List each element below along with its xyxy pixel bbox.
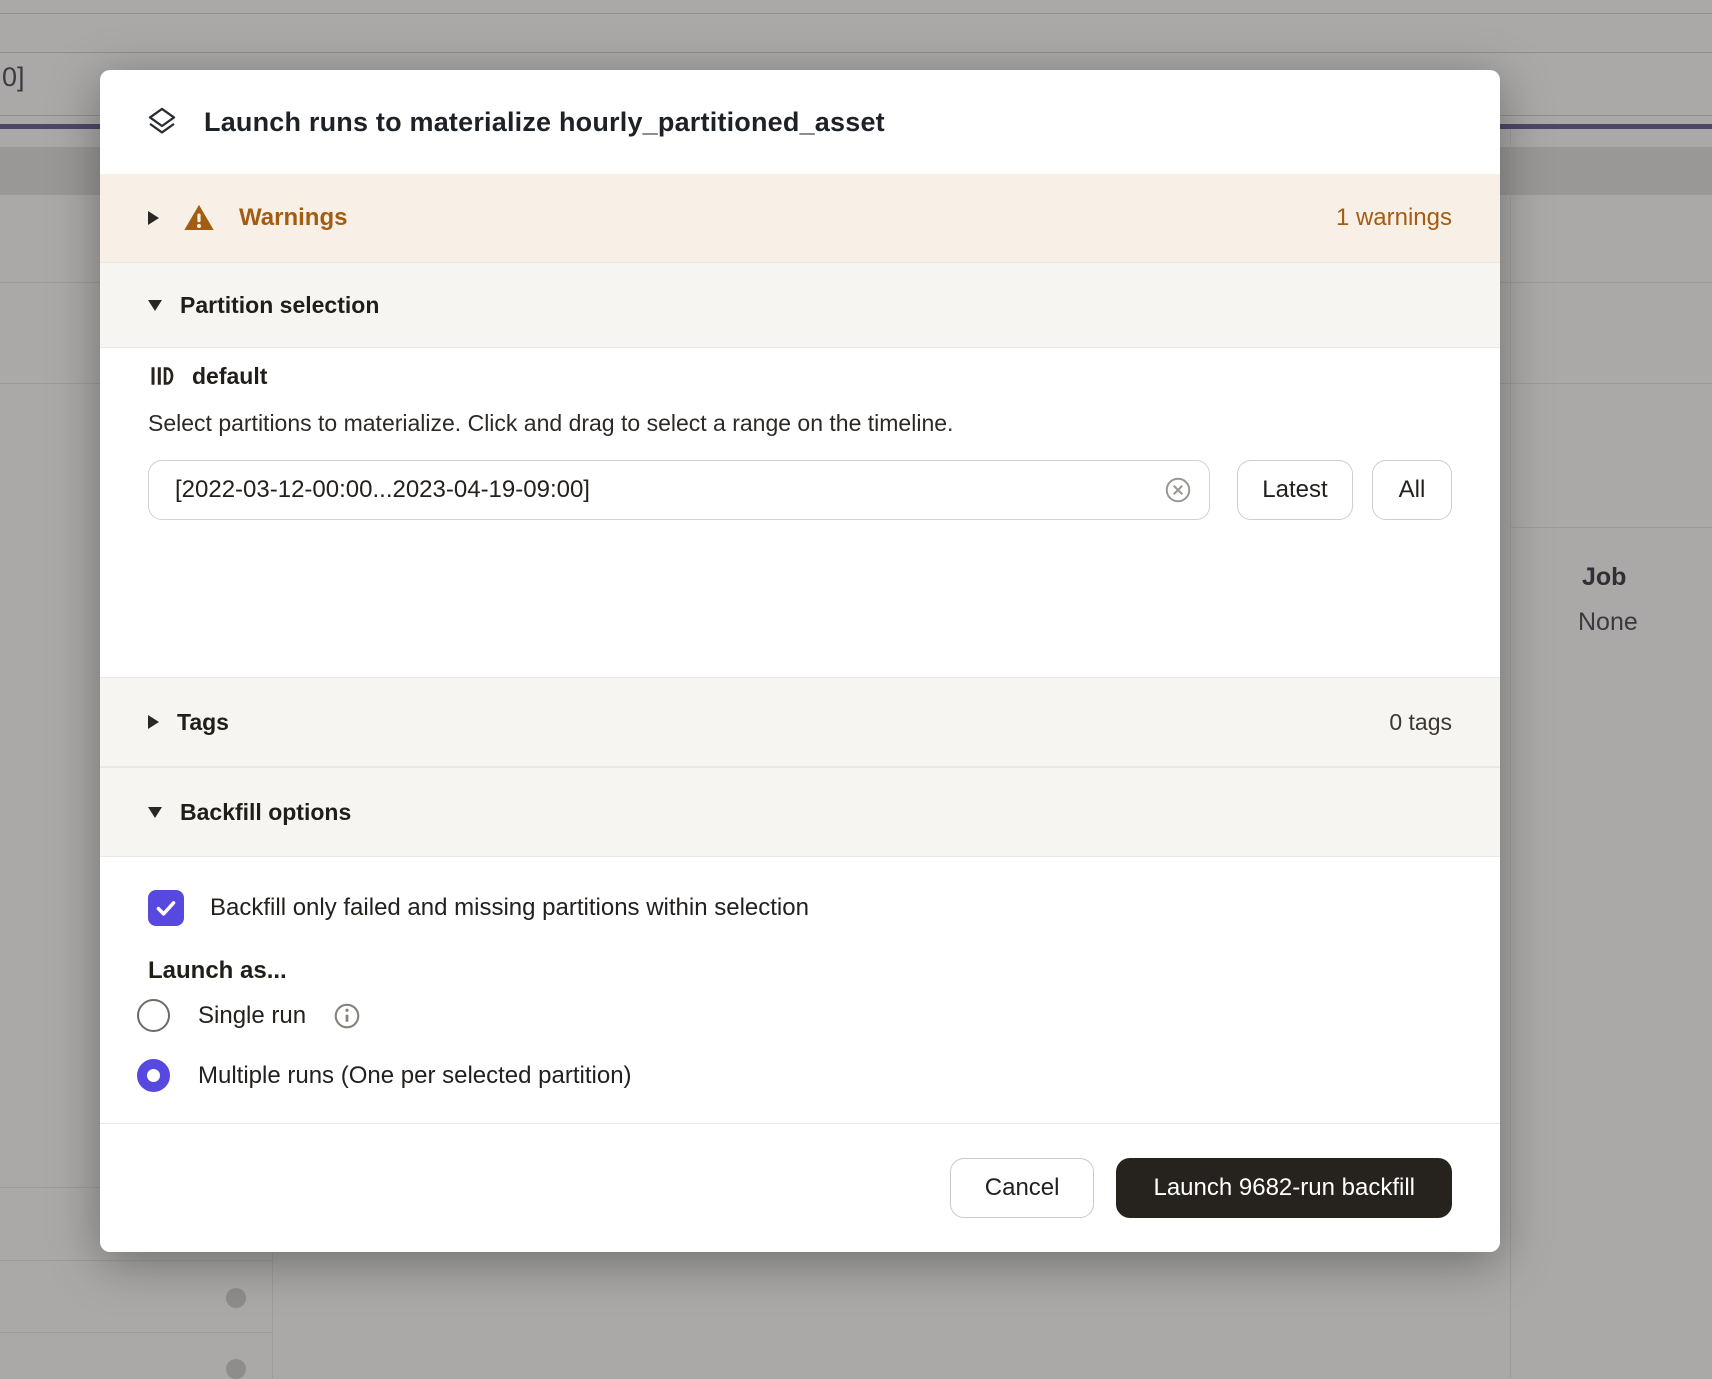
screen: 0] Job None Launch runs to materialize h… — [0, 0, 1712, 1378]
launch-backfill-button[interactable]: Launch 9682-run backfill — [1116, 1158, 1452, 1218]
clear-input-icon[interactable] — [1163, 475, 1193, 505]
partition-selection-body: default Select partitions to materialize… — [100, 348, 1500, 677]
bg-row-divider — [0, 1332, 272, 1333]
bg-row-divider — [0, 1187, 100, 1188]
bg-status-dot — [226, 1288, 246, 1308]
partition-range-input[interactable] — [149, 461, 1209, 519]
radio-unchecked-icon[interactable] — [137, 999, 170, 1032]
partition-selection-label: Partition selection — [180, 292, 379, 319]
dialog-header: Launch runs to materialize hourly_partit… — [100, 70, 1500, 174]
bg-column-divider — [272, 1252, 273, 1378]
partition-dimension-icon — [148, 362, 176, 390]
bg-column-divider — [1510, 130, 1511, 1378]
warnings-label: Warnings — [239, 204, 347, 232]
warnings-section-header[interactable]: Warnings 1 warnings — [100, 174, 1500, 262]
collapse-caret-icon — [148, 715, 159, 729]
bg-row-divider — [0, 1260, 272, 1261]
partition-range-field — [148, 460, 1210, 520]
bg-job-column-value: None — [1578, 608, 1638, 637]
all-button[interactable]: All — [1372, 460, 1452, 520]
expand-caret-icon — [148, 300, 162, 311]
expand-caret-icon — [148, 807, 162, 818]
collapse-caret-icon — [148, 211, 159, 225]
launch-backfill-dialog: Launch runs to materialize hourly_partit… — [100, 70, 1500, 1252]
bg-partial-input-text: 0] — [2, 62, 25, 93]
multiple-runs-radio-row[interactable]: Multiple runs (One per selected partitio… — [137, 1059, 632, 1092]
backfill-options-label: Backfill options — [180, 799, 351, 826]
radio-checked-icon[interactable] — [137, 1059, 170, 1092]
tags-section-header[interactable]: Tags 0 tags — [100, 677, 1500, 767]
cancel-button[interactable]: Cancel — [950, 1158, 1095, 1218]
bg-row-divider — [1510, 527, 1712, 528]
single-run-radio-row[interactable]: Single run — [137, 999, 362, 1032]
bg-status-dot — [226, 1359, 246, 1379]
backfill-options-header[interactable]: Backfill options — [100, 767, 1500, 857]
bg-toolbar-divider — [0, 52, 1712, 53]
backfill-options-body: Backfill only failed and missing partiti… — [100, 857, 1500, 1123]
launch-as-label: Launch as... — [148, 957, 287, 985]
asset-layers-icon — [146, 106, 178, 138]
dimension-row: default — [148, 362, 267, 390]
backfill-only-failed-checkbox-row[interactable]: Backfill only failed and missing partiti… — [148, 890, 809, 926]
warnings-count: 1 warnings — [1336, 204, 1452, 232]
single-run-label: Single run — [198, 1002, 306, 1030]
dimension-name: default — [192, 363, 267, 390]
partition-description: Select partitions to materialize. Click … — [148, 410, 953, 437]
warning-triangle-icon — [183, 202, 215, 234]
bg-top-divider — [0, 13, 1712, 14]
checkbox-checked-icon[interactable] — [148, 890, 184, 926]
dialog-title: Launch runs to materialize hourly_partit… — [204, 107, 885, 138]
partition-selection-header[interactable]: Partition selection — [100, 262, 1500, 348]
latest-button[interactable]: Latest — [1237, 460, 1353, 520]
tags-count: 0 tags — [1389, 709, 1452, 736]
info-icon[interactable] — [332, 1001, 362, 1031]
checkbox-label: Backfill only failed and missing partiti… — [210, 894, 809, 922]
dialog-footer: Cancel Launch 9682-run backfill — [100, 1123, 1500, 1252]
bg-job-column-label: Job — [1582, 563, 1626, 592]
multiple-runs-label: Multiple runs (One per selected partitio… — [198, 1062, 632, 1090]
tags-label: Tags — [177, 709, 229, 736]
